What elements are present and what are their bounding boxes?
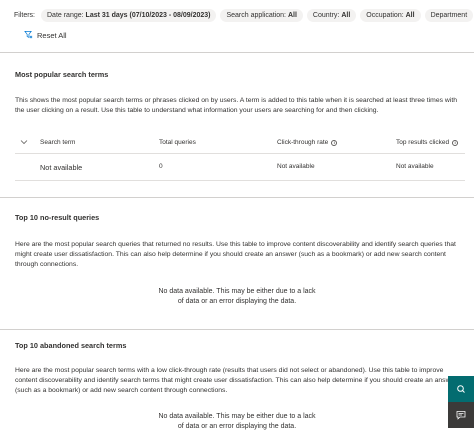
column-header-top-results-clicked[interactable]: Top results clicked i <box>396 139 459 146</box>
column-header-search-term[interactable]: Search term <box>40 139 75 146</box>
cell-top-results-clicked: Not available <box>396 163 434 170</box>
filter-pill-search-application[interactable]: Search application: All <box>220 8 303 22</box>
cell-click-through-rate: Not available <box>277 163 315 170</box>
filter-pill-country[interactable]: Country: All <box>306 8 357 22</box>
feedback-icon <box>457 385 465 393</box>
filter-pill-department[interactable]: Department <box>424 8 474 22</box>
divider <box>0 329 474 330</box>
chat-icon <box>456 411 466 420</box>
section-title-no-result: Top 10 no-result queries <box>15 213 100 222</box>
section-description-abandoned: Here are the most popular search terms w… <box>15 367 457 394</box>
info-icon[interactable]: i <box>331 139 338 146</box>
no-data-message: No data available. This may be either du… <box>158 413 316 430</box>
column-header-total-queries[interactable]: Total queries <box>159 139 196 146</box>
chevron-down-icon[interactable] <box>20 138 28 146</box>
table-header: Search term Total queries Click-through … <box>15 131 465 154</box>
no-data-message: No data available. This may be either du… <box>158 288 316 305</box>
feedback-button[interactable] <box>448 376 474 402</box>
section-description-popular: This shows the most popular search terms… <box>15 97 458 114</box>
section-title-abandoned: Top 10 abandoned search terms <box>15 341 127 350</box>
filter-pill-occupation[interactable]: Occupation: All <box>360 8 421 22</box>
reset-all-label: Reset All <box>37 31 67 40</box>
column-header-click-through-rate[interactable]: Click-through rate i <box>277 139 338 146</box>
chat-button[interactable] <box>448 402 474 428</box>
info-icon[interactable]: i <box>452 139 459 146</box>
filter-pill-date-range[interactable]: Date range: Last 31 days (07/10/2023 - 0… <box>41 8 217 22</box>
cell-total-queries: 0 <box>159 163 163 170</box>
reset-all-button[interactable]: Reset All <box>24 30 67 41</box>
section-description-no-result: Here are the most popular search queries… <box>15 241 456 268</box>
table-row: Not available 0 Not available Not availa… <box>15 154 465 181</box>
filters-label: Filters: <box>14 11 35 19</box>
divider <box>0 52 474 53</box>
cell-search-term: Not available <box>40 163 83 172</box>
funnel-clear-icon <box>24 30 33 41</box>
filters-bar: Filters: Date range: Last 31 days (07/10… <box>0 6 474 24</box>
divider <box>0 197 474 198</box>
section-title-popular: Most popular search terms <box>15 70 109 79</box>
